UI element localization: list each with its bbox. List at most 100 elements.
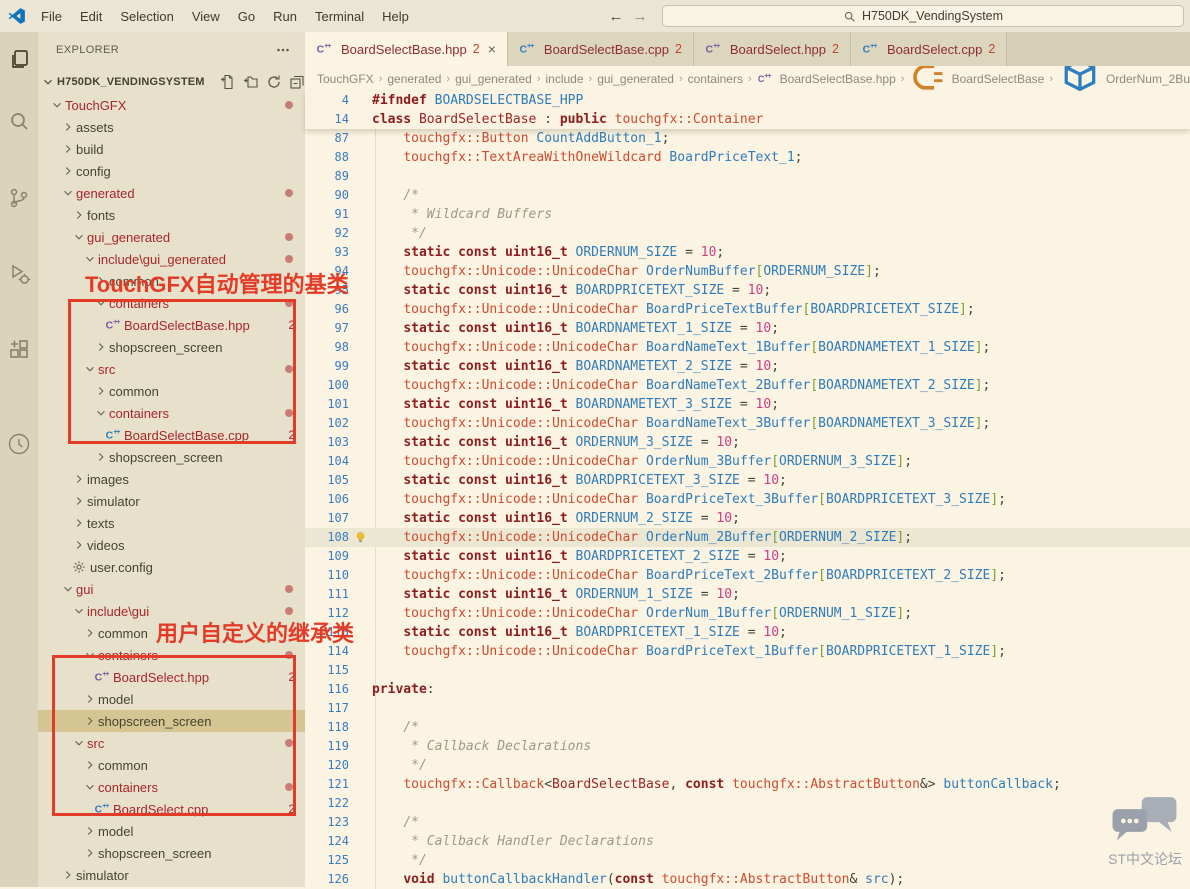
breadcrumb-item[interactable]: generated bbox=[387, 72, 441, 86]
code-line[interactable]: 119 * Callback Declarations bbox=[305, 737, 1190, 756]
code-line[interactable]: 109 static const uint16_t BOARDPRICETEXT… bbox=[305, 547, 1190, 566]
code-line[interactable]: 125 */ bbox=[305, 851, 1190, 870]
code-line[interactable]: 104 touchgfx::Unicode::UnicodeChar Order… bbox=[305, 452, 1190, 471]
code-line[interactable]: 112 touchgfx::Unicode::UnicodeChar Order… bbox=[305, 604, 1190, 623]
menu-item-terminal[interactable]: Terminal bbox=[306, 6, 373, 27]
code-line[interactable]: 117 bbox=[305, 699, 1190, 718]
history-icon[interactable] bbox=[5, 430, 33, 458]
code-line[interactable]: 88 touchgfx::TextAreaWithOneWildcard Boa… bbox=[305, 148, 1190, 167]
code-line[interactable]: 95 static const uint16_t BOARDPRICETEXT_… bbox=[305, 281, 1190, 300]
code-line[interactable]: 114 touchgfx::Unicode::UnicodeChar Board… bbox=[305, 642, 1190, 661]
code-line[interactable]: 92 */ bbox=[305, 224, 1190, 243]
code-line[interactable]: 116private: bbox=[305, 680, 1190, 699]
lightbulb-icon[interactable] bbox=[349, 531, 372, 544]
breadcrumb-item[interactable]: TouchGFX bbox=[317, 72, 374, 86]
tree-folder-texts[interactable]: texts bbox=[38, 512, 305, 534]
code-line[interactable]: 90 /* bbox=[305, 186, 1190, 205]
tree-folder-simulator[interactable]: simulator bbox=[38, 864, 305, 886]
sticky-line[interactable]: 14class BoardSelectBase : public touchgf… bbox=[305, 110, 1190, 129]
code-line[interactable]: 99 static const uint16_t BOARDNAMETEXT_2… bbox=[305, 357, 1190, 376]
breadcrumb-item[interactable]: BoardSelectBase bbox=[909, 66, 1044, 91]
tree-folder-assets[interactable]: assets bbox=[38, 116, 305, 138]
nav-back-icon[interactable]: ← bbox=[604, 8, 628, 25]
code-line[interactable]: 93 static const uint16_t ORDERNUM_SIZE =… bbox=[305, 243, 1190, 262]
breadcrumb-item[interactable]: containers bbox=[688, 72, 743, 86]
breadcrumb-item[interactable]: OrderNum_2Bu bbox=[1058, 66, 1190, 91]
code-line[interactable]: 102 touchgfx::Unicode::UnicodeChar Board… bbox=[305, 414, 1190, 433]
tree-folder-gui-generated[interactable]: gui_generated bbox=[38, 226, 305, 248]
code-line[interactable]: 94 touchgfx::Unicode::UnicodeChar OrderN… bbox=[305, 262, 1190, 281]
new-folder-icon[interactable] bbox=[243, 74, 259, 90]
code-line[interactable]: 91 * Wildcard Buffers bbox=[305, 205, 1190, 224]
tree-folder-videos[interactable]: videos bbox=[38, 534, 305, 556]
menu-item-view[interactable]: View bbox=[183, 6, 229, 27]
refresh-icon[interactable] bbox=[266, 74, 282, 90]
code-line[interactable]: 110 touchgfx::Unicode::UnicodeChar Board… bbox=[305, 566, 1190, 585]
tab-boardselect-hpp[interactable]: C++BoardSelect.hpp2 bbox=[694, 32, 851, 66]
explorer-icon[interactable] bbox=[5, 46, 33, 74]
tree-folder-fonts[interactable]: fonts bbox=[38, 204, 305, 226]
code-line[interactable]: 107 static const uint16_t ORDERNUM_2_SIZ… bbox=[305, 509, 1190, 528]
code-line[interactable]: 106 touchgfx::Unicode::UnicodeChar Board… bbox=[305, 490, 1190, 509]
tree-folder-build[interactable]: build bbox=[38, 138, 305, 160]
code-line[interactable]: 103 static const uint16_t ORDERNUM_3_SIZ… bbox=[305, 433, 1190, 452]
tree-folder-simulator[interactable]: simulator bbox=[38, 490, 305, 512]
code-line[interactable]: 124 * Callback Handler Declarations bbox=[305, 832, 1190, 851]
tree-folder-config[interactable]: config bbox=[38, 160, 305, 182]
code-line[interactable]: 98 touchgfx::Unicode::UnicodeChar BoardN… bbox=[305, 338, 1190, 357]
source-control-icon[interactable] bbox=[5, 184, 33, 212]
chat-bubbles-icon bbox=[1109, 795, 1181, 847]
collapse-all-icon[interactable] bbox=[289, 74, 305, 90]
menu-item-file[interactable]: File bbox=[32, 6, 71, 27]
code-line[interactable]: 101 static const uint16_t BOARDNAMETEXT_… bbox=[305, 395, 1190, 414]
code-line[interactable]: 121 touchgfx::Callback<BoardSelectBase, … bbox=[305, 775, 1190, 794]
code-line[interactable]: 115 bbox=[305, 661, 1190, 680]
menu-item-selection[interactable]: Selection bbox=[111, 6, 182, 27]
workspace-section-header[interactable]: H750DK_VENDINGSYSTEM bbox=[38, 70, 305, 94]
run-and-debug-icon[interactable] bbox=[5, 260, 33, 288]
code-line[interactable]: 100 touchgfx::Unicode::UnicodeChar Board… bbox=[305, 376, 1190, 395]
search-icon[interactable] bbox=[5, 108, 33, 136]
tab-boardselectbase-cpp[interactable]: C++BoardSelectBase.cpp2 bbox=[508, 32, 694, 66]
tree-folder-model[interactable]: model bbox=[38, 820, 305, 842]
menu-item-edit[interactable]: Edit bbox=[71, 6, 111, 27]
chevron-down-icon bbox=[41, 75, 55, 89]
new-file-icon[interactable] bbox=[220, 74, 236, 90]
tab-boardselectbase-hpp[interactable]: C++BoardSelectBase.hpp2× bbox=[305, 32, 508, 66]
tree-file-user-config[interactable]: user.config bbox=[38, 556, 305, 578]
code-line[interactable]: 111 static const uint16_t ORDERNUM_1_SIZ… bbox=[305, 585, 1190, 604]
breadcrumb-item[interactable]: gui_generated bbox=[455, 72, 532, 86]
code-line[interactable]: 97 static const uint16_t BOARDNAMETEXT_1… bbox=[305, 319, 1190, 338]
breadcrumb-item[interactable]: C++BoardSelectBase.hpp bbox=[757, 72, 896, 86]
extensions-icon[interactable] bbox=[5, 336, 33, 364]
sticky-line[interactable]: 4#ifndef BOARDSELECTBASE_HPP bbox=[305, 91, 1190, 110]
command-center-search[interactable]: H750DK_VendingSystem bbox=[662, 5, 1184, 27]
menu-item-help[interactable]: Help bbox=[373, 6, 418, 27]
menu-item-go[interactable]: Go bbox=[229, 6, 264, 27]
code-line[interactable]: 122 bbox=[305, 794, 1190, 813]
code-line[interactable]: 120 */ bbox=[305, 756, 1190, 775]
code-line[interactable]: 126 void buttonCallbackHandler(const tou… bbox=[305, 870, 1190, 889]
code-line[interactable]: 87 touchgfx::Button CountAddButton_1; bbox=[305, 129, 1190, 148]
close-icon[interactable]: × bbox=[488, 41, 496, 57]
tree-folder-gui[interactable]: gui bbox=[38, 578, 305, 600]
breadcrumb-item[interactable]: include bbox=[546, 72, 584, 86]
more-actions-icon[interactable] bbox=[275, 42, 291, 58]
code-line[interactable]: 108 touchgfx::Unicode::UnicodeChar Order… bbox=[305, 528, 1190, 547]
nav-forward-icon[interactable]: → bbox=[628, 8, 652, 25]
breadcrumb-item[interactable]: gui_generated bbox=[597, 72, 674, 86]
tree-folder-generated[interactable]: generated bbox=[38, 182, 305, 204]
menu-item-run[interactable]: Run bbox=[264, 6, 306, 27]
code-line[interactable]: 123 /* bbox=[305, 813, 1190, 832]
code-line[interactable]: 113 static const uint16_t BOARDPRICETEXT… bbox=[305, 623, 1190, 642]
tree-folder-shopscreen-screen[interactable]: shopscreen_screen bbox=[38, 842, 305, 864]
code-line[interactable]: 89 bbox=[305, 167, 1190, 186]
tree-folder-images[interactable]: images bbox=[38, 468, 305, 490]
code-line[interactable]: 105 static const uint16_t BOARDPRICETEXT… bbox=[305, 471, 1190, 490]
tree-folder-shopscreen-screen[interactable]: shopscreen_screen bbox=[38, 446, 305, 468]
tree-folder-touchgfx[interactable]: TouchGFX bbox=[38, 94, 305, 116]
code-line[interactable]: 96 touchgfx::Unicode::UnicodeChar BoardP… bbox=[305, 300, 1190, 319]
tab-boardselect-cpp[interactable]: C++BoardSelect.cpp2 bbox=[851, 32, 1007, 66]
tree-item-label: include\gui_generated bbox=[98, 252, 226, 267]
code-line[interactable]: 118 /* bbox=[305, 718, 1190, 737]
